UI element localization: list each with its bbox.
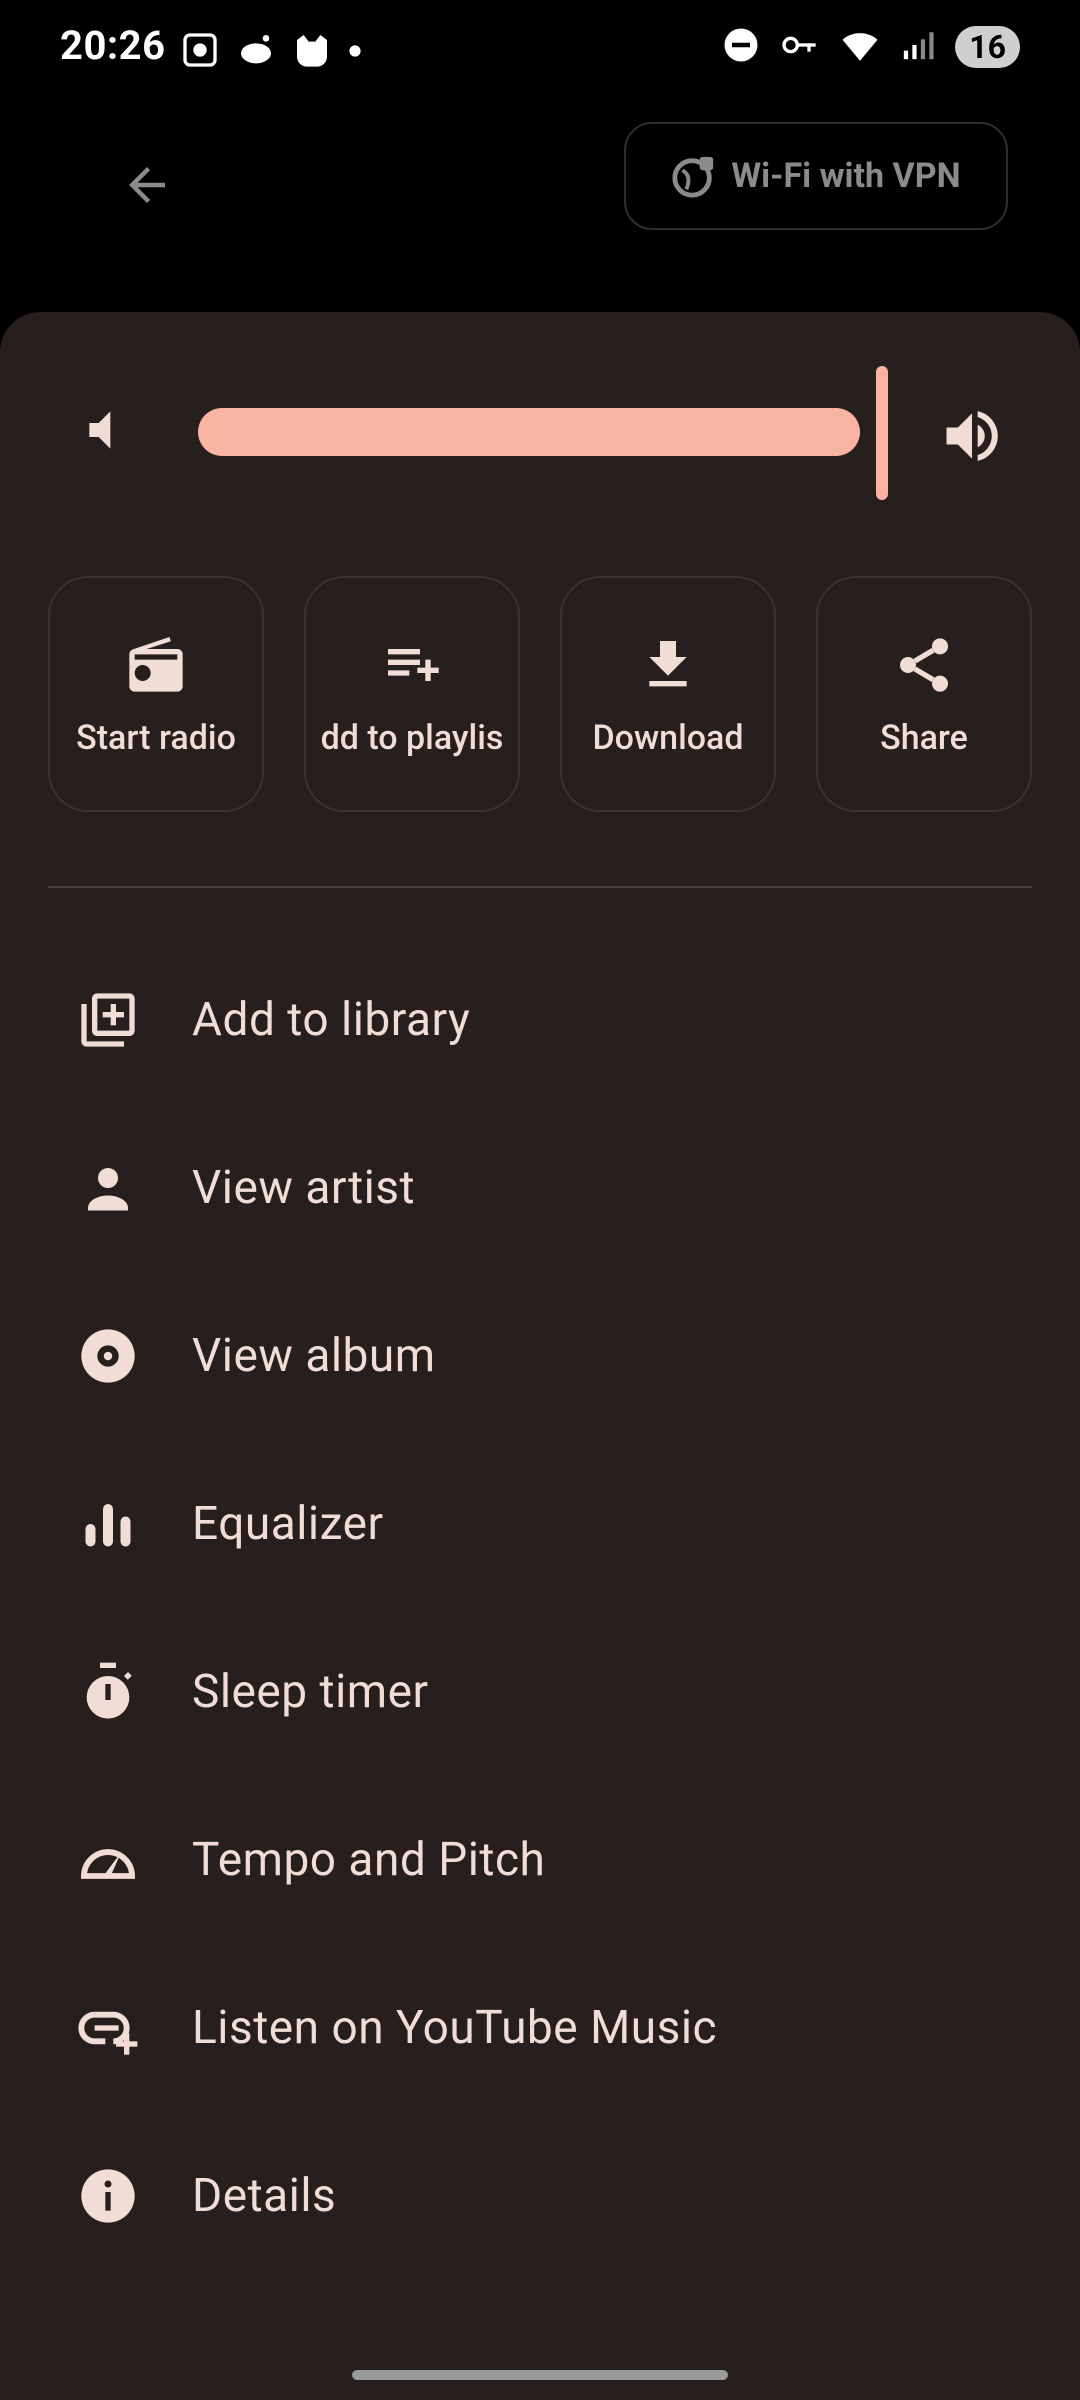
wifi-icon: [839, 24, 881, 70]
menu-item-details[interactable]: Details: [0, 2112, 1080, 2280]
menu-item-sleep-timer[interactable]: Sleep timer: [0, 1608, 1080, 1776]
speed-icon: [74, 1826, 142, 1894]
download-icon: [633, 630, 703, 700]
volume-control: [0, 312, 1080, 512]
menu-item-view-artist[interactable]: View artist: [0, 1104, 1080, 1272]
download-button[interactable]: Download: [560, 576, 776, 812]
share-button[interactable]: Share: [816, 576, 1032, 812]
playlist-add-icon: [377, 630, 447, 700]
action-label: Start radio: [76, 718, 236, 758]
menu-item-listen-on-youtube-music[interactable]: Listen on YouTube Music: [0, 1944, 1080, 2112]
link-add-icon: [74, 1994, 142, 2062]
quick-actions: Start radio dd to playlis Download Share: [48, 576, 1032, 816]
menu-item-add-to-library[interactable]: Add to library: [0, 936, 1080, 1104]
vpn-key-icon: [779, 25, 819, 69]
menu-item-label: Equalizer: [192, 1497, 384, 1551]
menu-item-label: View album: [192, 1329, 436, 1383]
screenshot-icon: [180, 30, 220, 74]
status-bar: 20:26 16: [0, 0, 1080, 100]
volume-down-icon: [89, 411, 111, 449]
menu-item-label: Sleep timer: [192, 1665, 429, 1719]
reddit-icon: [236, 30, 276, 74]
action-label: Download: [592, 718, 744, 758]
arrow-back-icon: [129, 167, 165, 203]
equalizer-icon: [74, 1490, 142, 1558]
volume-up-icon: [946, 411, 998, 461]
divider: [48, 886, 1032, 888]
action-label: dd to playlis: [320, 718, 504, 758]
menu-item-label: Details: [192, 2169, 337, 2223]
signal-icon: [901, 28, 935, 66]
start-radio-button[interactable]: Start radio: [48, 576, 264, 812]
network-chip[interactable]: Wi-Fi with VPN: [624, 122, 1008, 230]
status-left-icons: [180, 30, 362, 74]
album-icon: [74, 1322, 142, 1390]
action-label: Share: [880, 718, 968, 758]
volume-slider-track[interactable]: [198, 408, 860, 456]
add-to-playlist-button[interactable]: dd to playlis: [304, 576, 520, 812]
info-icon: [74, 2162, 142, 2230]
menu-item-view-album[interactable]: View album: [0, 1272, 1080, 1440]
menu-item-label: Listen on YouTube Music: [192, 2001, 718, 2055]
radio-icon: [121, 630, 191, 700]
person-icon: [74, 1154, 142, 1222]
menu-item-equalizer[interactable]: Equalizer: [0, 1440, 1080, 1608]
library-add-icon: [74, 986, 142, 1054]
back-button[interactable]: [112, 150, 182, 220]
battery-indicator: 16: [955, 26, 1020, 68]
timer-icon: [74, 1658, 142, 1726]
network-chip-label: Wi-Fi with VPN: [731, 156, 961, 196]
bottom-sheet: Start radio dd to playlis Download Share: [0, 312, 1080, 2400]
cat-app-icon: [292, 30, 332, 74]
top-bar: Wi-Fi with VPN: [0, 100, 1080, 320]
notification-dot-icon: [348, 43, 362, 62]
share-icon: [889, 630, 959, 700]
dnd-icon: [723, 27, 759, 67]
menu-item-tempo-and-pitch[interactable]: Tempo and Pitch: [0, 1776, 1080, 1944]
gesture-bar[interactable]: [352, 2370, 728, 2380]
menu-item-label: View artist: [192, 1161, 416, 1215]
globe-lock-icon: [672, 156, 714, 198]
status-right-icons: 16: [723, 24, 1020, 70]
status-time: 20:26: [60, 22, 166, 69]
menu-item-label: Add to library: [192, 993, 471, 1047]
volume-slider-thumb[interactable]: [876, 366, 888, 500]
options-menu: Add to library View artist View album Eq…: [0, 936, 1080, 2280]
menu-item-label: Tempo and Pitch: [192, 1833, 546, 1887]
